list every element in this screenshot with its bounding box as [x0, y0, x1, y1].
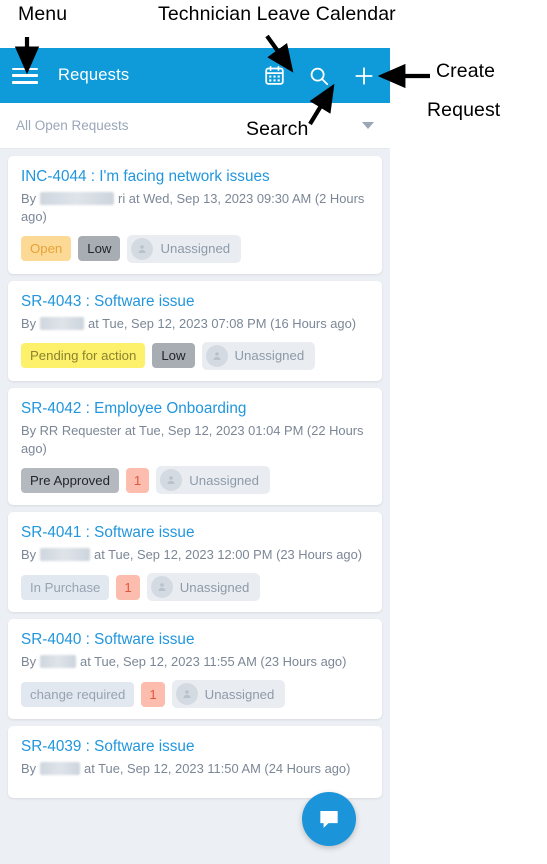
annotation-request: Request — [427, 99, 501, 121]
priority-badge: Low — [152, 343, 195, 369]
person-icon — [175, 683, 198, 706]
assignee-badge: Unassigned — [201, 341, 316, 370]
request-meta: By at Tue, Sep 12, 2023 12:00 PM (23 Hour… — [21, 546, 370, 564]
app-header: Requests — [0, 48, 390, 103]
request-title: SR-4039 : Software issue — [21, 738, 195, 756]
assignee-badge: Unassigned — [127, 234, 242, 263]
request-meta-prefix: By RR Requester at Tue, Sep 12, 2023 01:… — [21, 422, 364, 456]
request-chips: In Purchase 1 Unassigned — [21, 573, 370, 602]
request-card[interactable]: SR-4042 : Employee Onboarding By RR Reque… — [8, 387, 382, 506]
person-icon — [131, 237, 154, 260]
app-viewport: Requests All Open Requests INC-4044: I'… — [0, 48, 390, 864]
redacted-requester-name — [40, 548, 91, 562]
filter-selected-label: All Open Requests — [16, 118, 129, 133]
request-meta: By at Tue, Sep 12, 2023 11:50 AM (24 Hour… — [21, 760, 370, 778]
status-badge: In Purchase — [21, 574, 110, 600]
request-chips: Open Low Unassigned — [21, 234, 370, 263]
request-meta-prefix: By — [21, 761, 37, 777]
request-card[interactable]: SR-4041 : Software issue By at Tue, Sep 12… — [8, 512, 382, 613]
search-icon[interactable] — [307, 64, 331, 88]
hamburger-menu-icon[interactable] — [12, 66, 38, 86]
request-meta-suffix: at Tue, Sep 12, 2023 11:55 AM (23 Hours … — [80, 654, 347, 670]
request-list[interactable]: INC-4044 : I'm facing network issues By ri… — [0, 149, 390, 864]
priority-badge: Low — [78, 236, 121, 262]
request-meta: By RR Requester at Tue, Sep 12, 2023 01:… — [21, 422, 370, 458]
status-badge: change required — [21, 681, 135, 707]
request-meta-suffix: at Tue, Sep 12, 2023 12:00 PM (23 Hours … — [94, 547, 363, 563]
request-meta-prefix: By — [21, 654, 37, 670]
assignee-label: Unassigned — [189, 472, 259, 488]
person-icon — [160, 469, 183, 492]
request-chips: Pre Approved 1 Unassigned — [21, 466, 370, 495]
assignee-badge: Unassigned — [146, 573, 261, 602]
request-card[interactable]: SR-4039 : Software issue By at Tue, Sep 12… — [8, 726, 382, 799]
header-actions — [262, 64, 376, 88]
request-title: SR-4041 : Software issue — [21, 524, 195, 542]
request-title: INC-4044 : I'm facing network issues — [21, 168, 270, 185]
person-icon — [205, 344, 228, 367]
request-meta: By at Tue, Sep 12, 2023 11:55 AM (23 Hour… — [21, 653, 370, 671]
priority-badge: 1 — [116, 574, 140, 600]
request-meta-prefix: By — [21, 315, 37, 331]
assignee-label: Unassigned — [204, 686, 275, 702]
annotation-create: Create — [436, 60, 496, 82]
assignee-badge: Unassigned — [171, 680, 286, 709]
assignee-badge: Unassigned — [156, 466, 270, 495]
annotation-search: Search — [246, 118, 309, 140]
status-badge: Pending for action — [21, 343, 146, 369]
redacted-requester-name — [40, 655, 77, 669]
chat-bubble-icon — [320, 810, 338, 828]
request-meta: By at Tue, Sep 12, 2023 07:08 PM (16 Hour… — [21, 315, 370, 333]
annotation-calendar: Technician Leave Calendar — [158, 3, 396, 25]
request-meta-suffix: at Tue, Sep 12, 2023 11:50 AM (24 Hours … — [84, 761, 351, 777]
chat-fab-button[interactable] — [302, 792, 356, 846]
assignee-label: Unassigned — [179, 579, 250, 595]
annotation-menu: Menu — [18, 3, 68, 25]
calendar-icon[interactable] — [262, 64, 286, 88]
chevron-down-icon[interactable] — [362, 122, 374, 129]
request-meta-suffix: at Tue, Sep 12, 2023 07:08 PM (16 Hours … — [88, 315, 357, 331]
person-icon — [150, 576, 173, 599]
request-card[interactable]: SR-4043 : Software issue By at Tue, Sep 12… — [8, 280, 382, 381]
request-title: SR-4043 : Software issue — [21, 292, 195, 310]
redacted-requester-name — [40, 192, 115, 206]
status-badge: Pre Approved — [21, 467, 119, 493]
priority-badge: 1 — [125, 467, 150, 493]
assignee-label: Unassigned — [160, 241, 231, 257]
request-chips: Pending for action Low Unassigned — [21, 341, 370, 370]
screenshot-root: Requests All Open Requests INC-4044: I'… — [0, 0, 547, 864]
request-title: SR-4042 : Employee Onboarding — [21, 399, 247, 417]
request-meta-prefix: By — [21, 547, 37, 563]
redacted-requester-name — [40, 316, 85, 330]
redacted-requester-name — [40, 762, 81, 776]
request-card[interactable]: INC-4044 : I'm facing network issues By ri… — [8, 156, 382, 274]
request-meta-prefix: By — [21, 191, 37, 207]
request-card[interactable]: SR-4040 : Software issue By at Tue, Sep 12… — [8, 619, 382, 720]
assignee-label: Unassigned — [234, 348, 305, 364]
status-badge: Open — [21, 236, 72, 262]
request-meta: By ri at Wed, Sep 13, 2023 09:30 AM (2 Ho… — [21, 190, 370, 226]
priority-badge: 1 — [141, 681, 165, 707]
request-chips: change required 1 Unassigned — [21, 680, 370, 709]
filter-bar[interactable]: All Open Requests — [0, 103, 390, 149]
page-title: Requests — [58, 66, 130, 84]
request-title: SR-4040 : Software issue — [21, 631, 195, 649]
create-request-plus-icon[interactable] — [352, 64, 376, 88]
